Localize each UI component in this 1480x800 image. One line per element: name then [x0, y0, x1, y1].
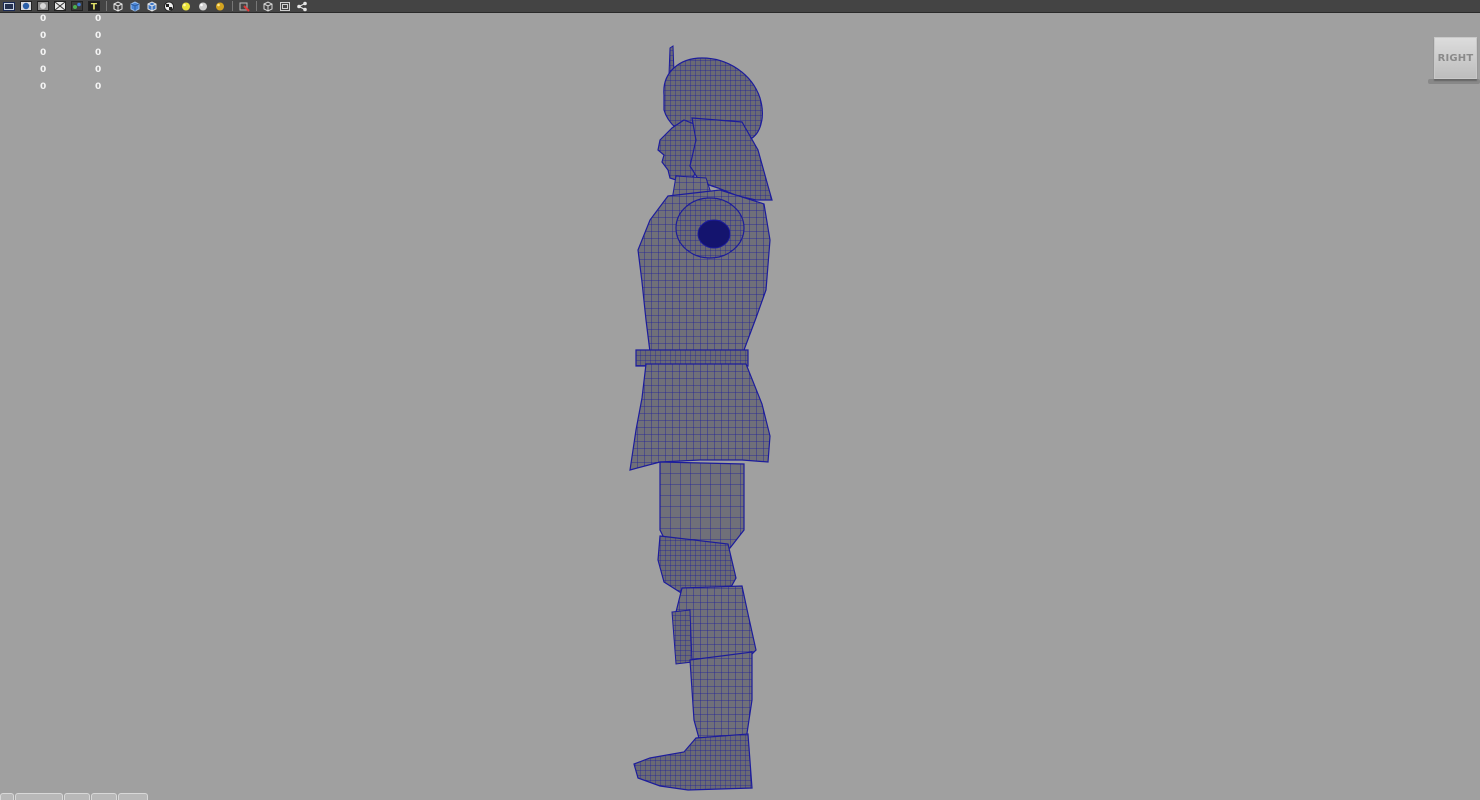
thigh [659, 461, 745, 551]
grid-icon[interactable] [53, 1, 66, 12]
shoulder-socket [697, 219, 731, 249]
hud-value: 0 [95, 14, 102, 24]
hud-value: 0 [40, 65, 47, 75]
bottom-tab-strip [0, 793, 160, 800]
resolution-gate-icon[interactable] [36, 1, 49, 12]
view-cube[interactable]: RIGHT [1434, 37, 1477, 79]
share-icon[interactable] [295, 1, 308, 12]
checker-texture-icon[interactable] [162, 1, 175, 12]
smooth-shade-icon[interactable] [128, 0, 141, 12]
boot-flap [671, 609, 693, 665]
xray-icon[interactable] [278, 1, 291, 12]
default-light-icon[interactable] [179, 1, 192, 12]
hud-value: 0 [95, 65, 102, 75]
viewport-panel[interactable]: T 0 0 0 0 0 0 0 0 0 0 RIGHT [0, 0, 1480, 800]
view-cube-label: RIGHT [1437, 52, 1474, 64]
all-lights-icon[interactable] [196, 1, 209, 12]
toolbar-separator [232, 1, 233, 11]
isolate-select-icon[interactable] [237, 1, 250, 12]
boot-foot [633, 733, 753, 791]
bottom-tab[interactable] [91, 793, 117, 800]
hud-value: 0 [95, 82, 102, 92]
bottom-tab[interactable] [0, 793, 14, 800]
svg-text:T: T [90, 3, 97, 12]
camera-sphere-icon[interactable] [19, 1, 32, 12]
film-gate-icon[interactable] [2, 1, 15, 12]
shadows-icon[interactable] [213, 1, 226, 12]
hud-row: 0 0 [0, 48, 120, 65]
view-cube-shadow [1428, 79, 1480, 84]
bounding-box-icon[interactable] [261, 0, 274, 12]
wireframe-cube-icon[interactable] [111, 0, 124, 12]
hud-value: 0 [40, 82, 47, 92]
character-mesh[interactable] [600, 40, 800, 795]
hud-value: 0 [40, 48, 47, 58]
hud-row: 0 0 [0, 65, 120, 82]
text-icon[interactable]: T [87, 1, 100, 12]
hud-value: 0 [95, 31, 102, 41]
tunic-skirt [629, 363, 771, 471]
toolbar-separator [106, 1, 107, 11]
bottom-tab[interactable] [64, 793, 90, 800]
hud-row: 0 0 [0, 14, 120, 31]
bottom-tab[interactable] [15, 793, 63, 800]
shaded-wireframe-icon[interactable] [145, 0, 158, 12]
hud-row: 0 0 [0, 31, 120, 48]
bottom-tab[interactable] [118, 793, 148, 800]
hud-value: 0 [40, 14, 47, 24]
hud-row: 0 0 [0, 82, 120, 99]
toolbar-separator [256, 1, 257, 11]
safe-frame-icon[interactable] [70, 1, 83, 12]
hud-value: 0 [40, 31, 47, 41]
viewport-toolbar: T [0, 0, 1480, 13]
hud-value: 0 [95, 48, 102, 58]
heads-up-display: 0 0 0 0 0 0 0 0 0 0 [0, 14, 120, 99]
boot-shaft [689, 651, 753, 743]
